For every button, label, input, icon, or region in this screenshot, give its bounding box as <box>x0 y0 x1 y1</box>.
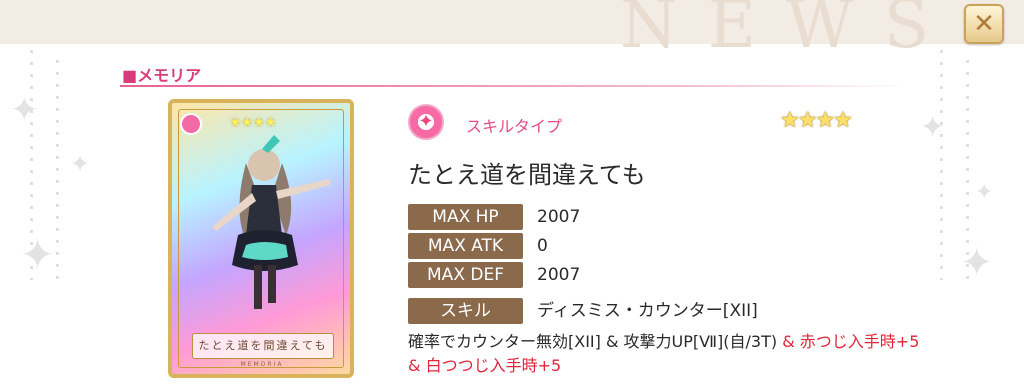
news-watermark: NEWS <box>620 0 959 63</box>
skill-description: 確率でカウンター無効[XII] & 攻撃力UP[Ⅶ](自/3T) & 赤つじ入手… <box>408 330 928 378</box>
stat-value: 0 <box>537 236 548 256</box>
close-icon: ✕ <box>973 9 995 39</box>
card-subcaption: MEMORIA <box>240 361 284 368</box>
stat-row-max-atk: MAX ATK 0 <box>408 233 808 259</box>
sparkle-icon: ✦ <box>70 150 91 178</box>
rarity-stars: ★★★★ <box>780 108 853 133</box>
skill-name: ディスミス・カウンター[XII] <box>537 301 758 321</box>
stat-row-max-def: MAX DEF 2007 <box>408 262 808 288</box>
stat-label: MAX HP <box>408 204 523 230</box>
sparkle-icon: ✦ <box>960 240 994 286</box>
sparkle-icon: ✦ <box>10 90 39 130</box>
stat-value: 2007 <box>537 265 581 285</box>
stat-label: MAX DEF <box>408 262 523 288</box>
close-button[interactable]: ✕ <box>964 4 1004 44</box>
sparkle-icon: ✦ <box>975 180 994 205</box>
stat-row-max-hp: MAX HP 2007 <box>408 204 808 230</box>
stat-value: 2007 <box>537 207 581 227</box>
sparkle-icon: ✦ <box>920 110 946 145</box>
stat-label: MAX ATK <box>408 233 523 259</box>
skill-type-label: スキルタイプ <box>466 117 563 136</box>
card-rarity-stars: ★★★★ <box>230 115 278 129</box>
section-divider <box>120 85 910 87</box>
skill-description-main: 確率でカウンター無効[XII] & 攻撃力UP[Ⅶ](自/3T) <box>408 332 783 351</box>
character-illustration <box>212 135 330 309</box>
header-band: NEWS <box>0 0 1024 63</box>
skill-label: スキル <box>408 298 523 324</box>
card-skilltype-icon <box>180 113 202 135</box>
skill-row: スキル ディスミス・カウンター[XII] <box>408 298 808 324</box>
decor-dots-right <box>940 50 943 280</box>
section-title: ■メモリア <box>122 66 202 85</box>
card-caption: たとえ道を間違えても <box>192 333 334 359</box>
memoria-card-image: ★★★★ たとえ道を間違えても MEMORIA <box>168 99 354 378</box>
decor-dots-left-2 <box>56 60 59 280</box>
memoria-name: たとえ道を間違えても <box>408 161 646 189</box>
skill-type-icon: ✦ <box>408 104 444 140</box>
sparkle-icon: ✦ <box>20 230 56 279</box>
